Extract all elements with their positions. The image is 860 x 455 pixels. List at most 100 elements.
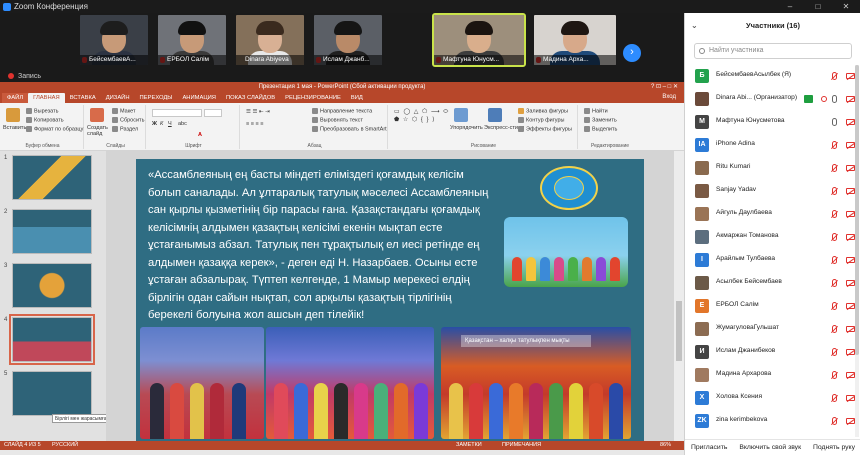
participant-scrollbar[interactable] [855,65,859,437]
video-tile[interactable]: Dinara Abiyeva [236,15,304,65]
participant-row[interactable]: Мадина Архарова [685,364,860,387]
strikethrough-icon[interactable]: abc [178,121,187,127]
video-tile-active[interactable]: Мафтуна Юнусм... [432,13,526,67]
font-color-icon[interactable]: A [198,132,202,138]
group-label: Абзац [307,143,322,149]
smartart-button[interactable]: Преобразовать в SmartArt [312,126,387,132]
avatar: М [695,115,709,129]
chevron-down-icon[interactable]: ⌄ [691,13,698,39]
participant-row[interactable]: Ritu Kumari [685,157,860,180]
copy-button[interactable]: Копировать [26,117,64,123]
replace-button[interactable]: Заменить [584,117,617,123]
video-tile[interactable]: Ислам Джанб... [314,15,382,65]
align-icons[interactable]: ≡ ≡ ≡ ≡ [246,121,263,127]
camera-off-icon [846,234,855,240]
find-button[interactable]: Найти [584,108,608,114]
video-tile[interactable]: ЕРБОЛ Салім [158,15,226,65]
participant-row[interactable]: ЖумагуловаГульшат [685,318,860,341]
participant-row[interactable]: И Ислам Джанибеков [685,341,860,364]
maximize-button[interactable]: □ [808,0,828,13]
close-button[interactable]: ✕ [836,0,856,13]
underline-icon[interactable]: Ч [168,121,172,127]
video-tile[interactable]: Мадина Арха... [534,15,616,65]
tab-home[interactable]: ГЛАВНАЯ [28,93,65,103]
unmute-button[interactable]: Включить свой звук [739,444,801,451]
shapes-gallery[interactable]: ▭ ◯ △ ⬠ ⟶ ⬭ ⬟ ☆ ⬡ { } ⟩ [394,108,449,123]
slide-thumbnail[interactable] [12,263,92,308]
section-button[interactable]: Раздел [112,126,138,132]
slide-thumbnail[interactable] [12,209,92,254]
slide-thumbnail-selected[interactable] [9,314,95,365]
sign-in-link[interactable]: Вход [662,92,676,103]
current-slide[interactable]: «Ассамблеяның ең басты міндеті еліміздег… [136,159,644,443]
video-tile[interactable]: БейсембаевА... [80,15,148,65]
participant-row[interactable]: Асылбек Бейсембаев [685,272,860,295]
participant-row[interactable]: Акмаржан Томанова [685,226,860,249]
participant-row[interactable]: М Мафтуна Юнусметова [685,111,860,134]
shape-effects-button[interactable]: Эффекты фигуры [518,126,572,132]
invite-button[interactable]: Пригласить [691,444,727,451]
bold-icon[interactable]: Ж [152,121,157,127]
new-slide-button[interactable]: Создать слайд [87,125,109,137]
camera-off-icon [846,349,855,355]
tab-transitions[interactable]: ПЕРЕХОДЫ [135,93,178,103]
paste-button[interactable]: Вставить [3,125,26,131]
photo-2 [266,327,434,439]
participant-row[interactable]: X Холова Ксения [685,387,860,410]
slide-number: 2 [4,209,8,215]
tab-view[interactable]: ВИД [346,93,368,103]
raise-hand-button[interactable]: Поднять руку [813,444,855,451]
participant-row[interactable]: E ЕРБОЛ Салім [685,295,860,318]
minimize-button[interactable]: – [780,0,800,13]
recording-indicator[interactable]: Запись [0,70,684,82]
shape-outline-button[interactable]: Контур фигуры [518,117,564,123]
shape-fill-button[interactable]: Заливка фигуры [518,108,568,114]
clipboard-group: Вставить Вырезать Копировать Формат по о… [2,105,84,149]
group-label: Шрифт [185,143,202,149]
participants-panel: ⌄ Участники (16) Найти участника Б Бейсем… [684,13,860,455]
camera-off-icon [846,119,855,125]
next-page-button[interactable]: › [623,44,641,62]
language-indicator[interactable]: РУССКИЙ [52,441,78,450]
tab-design[interactable]: ДИЗАЙН [101,93,135,103]
participant-row[interactable]: Dinara Abi... (Организатор) [685,88,860,111]
participant-row[interactable]: Sanjay Yadav [685,180,860,203]
font-size-select[interactable] [204,109,222,117]
reset-button[interactable]: Сбросить [112,117,144,123]
select-button[interactable]: Выделить [584,126,617,132]
format-painter-button[interactable]: Формат по образцу [26,126,83,132]
participant-row[interactable]: ZK zina kerimbekova [685,410,860,433]
participant-search-input[interactable]: Найти участника [694,43,852,59]
slide-scrollbar[interactable] [674,151,684,441]
participant-name: Мафтуна Юнусметова [716,117,785,124]
slide-body-text[interactable]: «Ассамблеяның ең басты міндеті еліміздег… [148,167,498,325]
italic-icon[interactable]: К [160,121,163,127]
tab-animations[interactable]: АНИМАЦИЯ [177,93,221,103]
notes-button[interactable]: ЗАМЕТКИ [456,441,482,450]
slide-thumbnail[interactable] [12,155,92,200]
zoom-logo-icon [3,2,11,11]
zoom-level[interactable]: 86% [660,441,671,450]
participant-row[interactable]: Б БейсембаевАсылбек (Я) [685,65,860,88]
participant-row[interactable]: IA iPhone Adina [685,134,860,157]
camera-off-icon [846,326,855,332]
layout-button[interactable]: Макет [112,108,136,114]
tab-insert[interactable]: ВСТАВКА [65,93,101,103]
ppt-window-controls[interactable]: ? ⊡ – □ ✕ [651,82,678,92]
arrange-button[interactable]: Упорядочить [450,125,483,131]
bullets-icon[interactable]: ☰ ☰ ⇤ ⇥ [246,109,270,115]
text-direction-button[interactable]: Направление текста [312,108,372,114]
tab-file[interactable]: ФАЙЛ [2,93,29,103]
cut-button[interactable]: Вырезать [26,108,58,114]
participant-row[interactable]: Айгуль Даулбаева [685,203,860,226]
comments-button[interactable]: ПРИМЕЧАНИЯ [502,441,541,450]
group-label: Буфер обмена [25,143,60,149]
tab-slideshow[interactable]: ПОКАЗ СЛАЙДОВ [221,93,280,103]
paste-icon [6,108,20,122]
tab-review[interactable]: РЕЦЕНЗИРОВАНИЕ [280,93,346,103]
participant-row[interactable]: I Арайлым Тулбаева [685,249,860,272]
font-family-select[interactable] [152,109,202,117]
slide-thumbnail[interactable] [12,371,92,416]
zoom-window: Zoom Конференция – □ ✕ БейсембаевА... ЕР… [0,0,860,455]
align-text-button[interactable]: Выровнять текст [312,117,363,123]
